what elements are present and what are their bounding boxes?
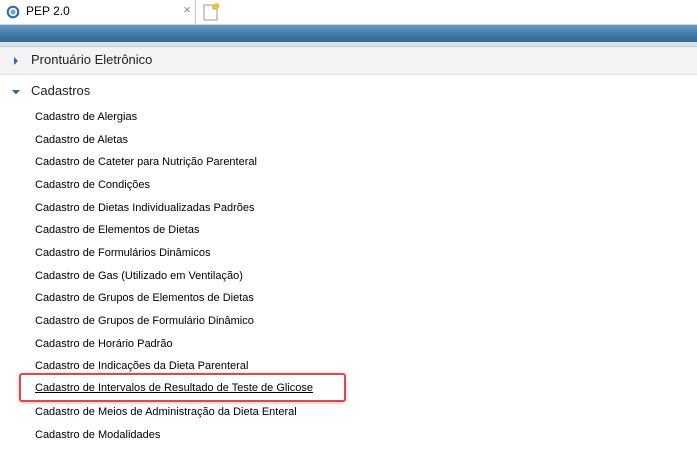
app-logo-icon (6, 5, 20, 19)
highlight-box (19, 373, 346, 402)
list-item-elementos-dietas[interactable]: Cadastro de Elementos de Dietas (35, 223, 199, 237)
header-banner (0, 25, 697, 42)
list-item-dietas-individualizadas[interactable]: Cadastro de Dietas Individualizadas Padr… (35, 201, 255, 215)
list-item-indicacoes-dieta[interactable]: Cadastro de Indicações da Dieta Parenter… (35, 359, 248, 373)
new-tab-icon[interactable] (200, 2, 222, 22)
tab-title: PEP 2.0 (26, 4, 70, 18)
list-item-formularios-dinamicos[interactable]: Cadastro de Formulários Dinâmicos (35, 246, 210, 260)
section-label: Cadastros (31, 83, 91, 98)
list-item-grupos-elementos-dietas[interactable]: Cadastro de Grupos de Elementos de Dieta… (35, 291, 254, 305)
list-item-gas[interactable]: Cadastro de Gas (Utilizado em Ventilação… (35, 269, 243, 283)
list-item-condicoes[interactable]: Cadastro de Condições (35, 178, 150, 192)
list-item-aletas[interactable]: Cadastro de Aletas (35, 133, 128, 147)
list-item-cateter[interactable]: Cadastro de Cateter para Nutrição Parent… (35, 155, 257, 169)
list-item-alergias[interactable]: Cadastro de Alergias (35, 110, 137, 124)
section-label: Prontuário Eletrônico (31, 52, 153, 67)
close-icon[interactable]: × (181, 3, 193, 17)
chevron-right-icon (14, 57, 18, 65)
list-item-horario-padrao[interactable]: Cadastro de Horário Padrão (35, 337, 173, 351)
tab-pep[interactable]: PEP 2.0 × (0, 0, 196, 24)
chevron-down-icon (12, 90, 20, 95)
list-item-grupos-formulario[interactable]: Cadastro de Grupos de Formulário Dinâmic… (35, 314, 254, 328)
section-cadastros[interactable]: Cadastros (0, 78, 697, 106)
list-item-meios-administracao[interactable]: Cadastro de Meios de Administração da Di… (35, 405, 297, 419)
section-prontuario-eletronico[interactable]: Prontuário Eletrônico (0, 47, 697, 75)
tab-strip: PEP 2.0 × (0, 0, 697, 25)
list-item-modalidades[interactable]: Cadastro de Modalidades (35, 428, 160, 442)
